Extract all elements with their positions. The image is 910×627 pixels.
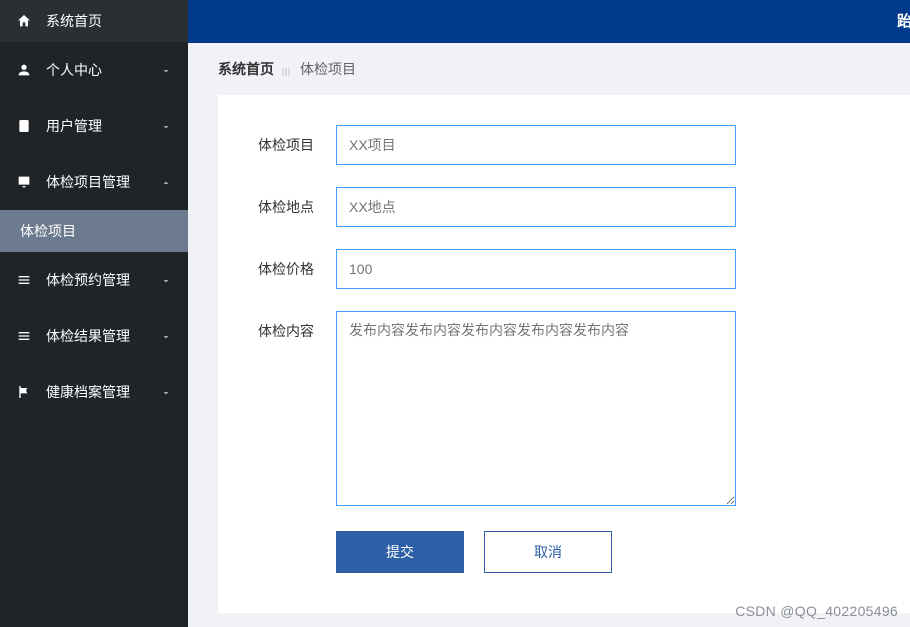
button-row: 提交 取消 (336, 531, 870, 573)
home-icon (16, 13, 32, 29)
chevron-down-icon (160, 64, 172, 76)
sidebar-item-label: 用户管理 (46, 116, 102, 136)
topbar: 跆 (188, 0, 910, 43)
chevron-down-icon (160, 274, 172, 286)
label-price: 体检价格 (258, 249, 328, 279)
breadcrumb: 系统首页 体检项目 (188, 43, 910, 95)
textarea-content[interactable] (336, 311, 736, 506)
breadcrumb-root[interactable]: 系统首页 (218, 59, 274, 79)
sidebar: 系统首页 个人中心 用户管理 体检项目管理 体检项目 体检预约管理 体检结果管理… (0, 0, 188, 627)
monitor-icon (16, 174, 32, 190)
submit-button[interactable]: 提交 (336, 531, 464, 573)
form-row-content: 体检内容 (258, 311, 870, 509)
sidebar-item-label: 体检预约管理 (46, 270, 130, 290)
sidebar-item-label: 体检项目管理 (46, 172, 130, 192)
sidebar-subitem-exam-project[interactable]: 体检项目 (0, 210, 188, 252)
chevron-down-icon (160, 386, 172, 398)
sidebar-item-users[interactable]: 用户管理 (0, 98, 188, 154)
sidebar-item-home[interactable]: 系统首页 (0, 0, 188, 42)
topbar-partial-text: 跆 (897, 10, 910, 31)
breadcrumb-separator-icon (282, 64, 292, 74)
sidebar-item-profile[interactable]: 个人中心 (0, 42, 188, 98)
user-icon (16, 62, 32, 78)
chevron-down-icon (160, 120, 172, 132)
sidebar-item-appointment-mgmt[interactable]: 体检预约管理 (0, 252, 188, 308)
input-project[interactable] (336, 125, 736, 165)
label-location: 体检地点 (258, 187, 328, 217)
sidebar-item-label: 健康档案管理 (46, 382, 130, 402)
label-project: 体检项目 (258, 125, 328, 155)
sidebar-item-health-archive[interactable]: 健康档案管理 (0, 364, 188, 420)
input-price[interactable] (336, 249, 736, 289)
sidebar-submenu: 体检项目 (0, 210, 188, 252)
input-location[interactable] (336, 187, 736, 227)
chevron-up-icon (160, 176, 172, 188)
watermark-text: CSDN @QQ_402205496 (735, 603, 898, 619)
clipboard-icon (16, 118, 32, 134)
form-row-location: 体检地点 (258, 187, 870, 227)
sidebar-item-label: 体检结果管理 (46, 326, 130, 346)
cancel-button[interactable]: 取消 (484, 531, 612, 573)
form-card: 体检项目 体检地点 体检价格 体检内容 提交 取消 (218, 95, 910, 613)
main-area: 跆 系统首页 体检项目 体检项目 体检地点 体检价格 体检内容 提交 取消 (188, 0, 910, 627)
form-row-project: 体检项目 (258, 125, 870, 165)
sidebar-item-label: 系统首页 (46, 11, 102, 31)
chevron-down-icon (160, 330, 172, 342)
sidebar-subitem-label: 体检项目 (20, 221, 76, 241)
list-icon (16, 272, 32, 288)
flag-icon (16, 384, 32, 400)
sidebar-item-label: 个人中心 (46, 60, 102, 80)
sidebar-item-exam-project-mgmt[interactable]: 体检项目管理 (0, 154, 188, 210)
sidebar-item-result-mgmt[interactable]: 体检结果管理 (0, 308, 188, 364)
form-row-price: 体检价格 (258, 249, 870, 289)
label-content: 体检内容 (258, 311, 328, 341)
breadcrumb-current: 体检项目 (300, 59, 356, 79)
list-icon (16, 328, 32, 344)
